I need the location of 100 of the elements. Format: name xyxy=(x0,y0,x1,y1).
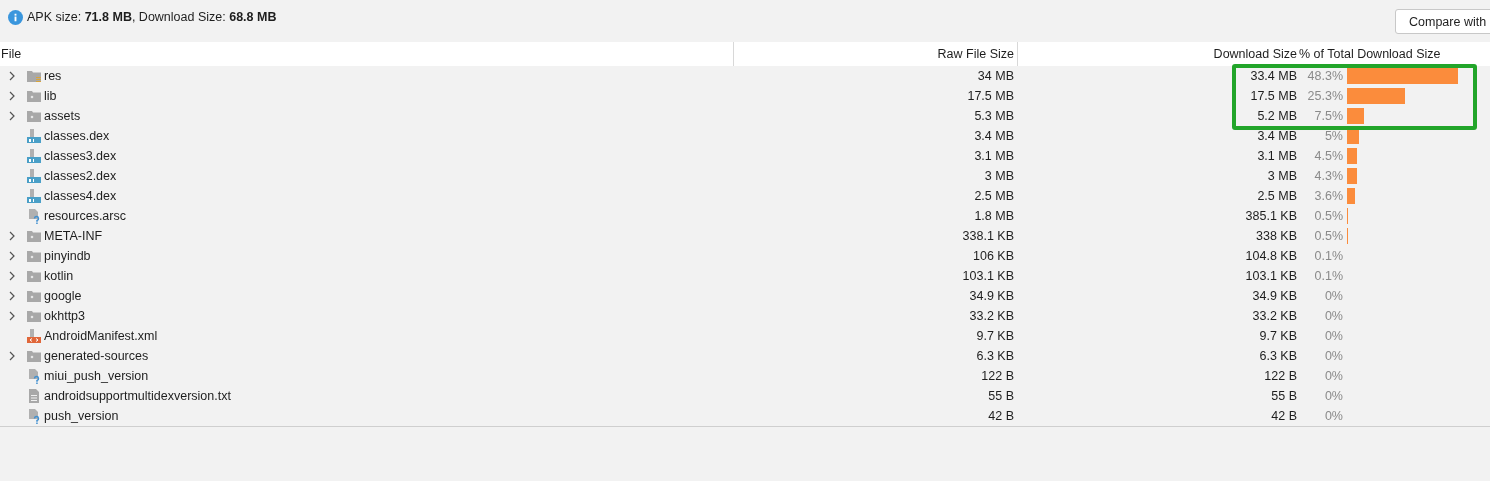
raw-size-cell-text: 3.4 MB xyxy=(973,129,1015,143)
file-name: push_version xyxy=(44,409,119,423)
folder-icon xyxy=(26,348,42,364)
size-bar xyxy=(1347,188,1355,204)
folder-icon xyxy=(26,88,42,104)
size-bar xyxy=(1347,168,1357,184)
file-name: META-INF xyxy=(44,229,103,243)
column-header[interactable]: File xyxy=(0,47,733,61)
folder-icon xyxy=(26,108,42,124)
percent-cell-text: 25.3% xyxy=(1306,89,1343,103)
raw-size-cell-text: 6.3 KB xyxy=(975,349,1015,363)
raw-size-cell-text: 9.7 KB xyxy=(975,329,1015,343)
binary-file-icon xyxy=(26,188,42,204)
percent-cell-text: 0% xyxy=(1323,309,1343,323)
raw-size-cell-text: 55 B xyxy=(987,389,1015,403)
file-name: pinyindb xyxy=(44,249,91,263)
xml-file-icon xyxy=(26,328,42,344)
percent-cell-text: 7.5% xyxy=(1313,109,1343,123)
binary-file-icon xyxy=(26,168,42,184)
column-header[interactable]: Download Size xyxy=(1017,42,1300,66)
column-header[interactable]: % of Total Download Size xyxy=(1299,47,1490,61)
download-size-cell-text: 3.1 MB xyxy=(1256,149,1298,163)
raw-size-cell-text: 34 MB xyxy=(976,69,1015,83)
download-size-cell-text: 33.2 KB xyxy=(1251,309,1298,323)
raw-size-cell-text: 2.5 MB xyxy=(973,189,1015,203)
file-name: resources.arsc xyxy=(44,209,126,223)
download-size-cell-text: 103.1 KB xyxy=(1244,269,1298,283)
download-size-cell-text: 122 B xyxy=(1263,369,1298,383)
raw-size-cell-text: 122 B xyxy=(980,369,1015,383)
raw-size-cell-text: 33.2 KB xyxy=(968,309,1015,323)
file-name: androidsupportmultidexversion.txt xyxy=(44,389,231,403)
download-size-cell-text: 34.9 KB xyxy=(1251,289,1298,303)
download-size-cell-text: 55 B xyxy=(1270,389,1298,403)
raw-size-cell-text: 3.1 MB xyxy=(973,149,1015,163)
compare-button[interactable]: Compare with xyxy=(1395,9,1490,34)
file-name: AndroidManifest.xml xyxy=(44,329,158,343)
binary-file-icon xyxy=(26,128,42,144)
raw-size-cell-text: 34.9 KB xyxy=(968,289,1015,303)
text-file-icon xyxy=(26,388,42,404)
binary-file-icon xyxy=(26,148,42,164)
raw-size-cell-text: 338.1 KB xyxy=(961,229,1015,243)
file-name: classes2.dex xyxy=(44,169,117,183)
download-size-cell-text: 17.5 MB xyxy=(1249,89,1298,103)
column-header[interactable]: Raw File Size xyxy=(733,42,1017,66)
folder-icon xyxy=(26,268,42,284)
download-size-cell-text: 385.1 KB xyxy=(1244,209,1298,223)
download-size-cell-text: 9.7 KB xyxy=(1258,329,1298,343)
file-name: classes.dex xyxy=(44,129,110,143)
file-name: assets xyxy=(44,109,81,123)
download-size-cell-text: 3.4 MB xyxy=(1256,129,1298,143)
raw-size-cell-text: 5.3 MB xyxy=(973,109,1015,123)
percent-cell-text: 0.1% xyxy=(1313,269,1343,283)
unknown-file-icon xyxy=(26,408,42,424)
percent-cell-text: 0% xyxy=(1323,349,1343,363)
folder-icon xyxy=(26,308,42,324)
download-size-cell-text: 3 MB xyxy=(1266,169,1298,183)
percent-cell-text: 0.1% xyxy=(1313,249,1343,263)
file-name: lib xyxy=(44,89,57,103)
download-size-cell-text: 5.2 MB xyxy=(1256,109,1298,123)
raw-size-cell-text: 3 MB xyxy=(983,169,1015,183)
folder-icon xyxy=(26,248,42,264)
percent-cell-text: 0% xyxy=(1323,329,1343,343)
folder-icon xyxy=(26,68,42,84)
percent-cell-text: 3.6% xyxy=(1313,189,1343,203)
percent-cell-text: 0% xyxy=(1323,409,1343,423)
size-bar xyxy=(1347,148,1357,164)
download-size-cell-text: 33.4 MB xyxy=(1249,69,1298,83)
percent-cell-text: 4.3% xyxy=(1313,169,1343,183)
download-size-cell-text: 338 KB xyxy=(1255,229,1298,243)
info-icon xyxy=(8,9,23,25)
file-name: classes3.dex xyxy=(44,149,117,163)
size-bar xyxy=(1347,108,1364,124)
percent-cell-text: 0.5% xyxy=(1313,229,1343,243)
percent-cell-text: 0% xyxy=(1323,389,1343,403)
file-name: miui_push_version xyxy=(44,369,149,383)
percent-cell-text: 4.5% xyxy=(1313,149,1343,163)
unknown-file-icon xyxy=(26,368,42,384)
percent-cell-text: 0% xyxy=(1323,369,1343,383)
apk-size-summary: APK size: 71.8 MB, Download Size: 68.8 MB xyxy=(27,10,277,24)
file-name: kotlin xyxy=(44,269,74,283)
raw-size-cell-text: 103.1 KB xyxy=(961,269,1015,283)
download-size-cell-text: 2.5 MB xyxy=(1256,189,1298,203)
folder-icon xyxy=(26,288,42,304)
percent-cell-text: 0% xyxy=(1323,289,1343,303)
file-name: res xyxy=(44,69,62,83)
file-name: google xyxy=(44,289,82,303)
download-size-cell-text: 6.3 KB xyxy=(1258,349,1298,363)
raw-size-cell-text: 106 KB xyxy=(972,249,1015,263)
unknown-file-icon xyxy=(26,208,42,224)
download-size-cell-text: 104.8 KB xyxy=(1244,249,1298,263)
raw-size-cell-text: 17.5 MB xyxy=(966,89,1015,103)
file-name: classes4.dex xyxy=(44,189,117,203)
raw-size-cell-text: 1.8 MB xyxy=(973,209,1015,223)
download-size-cell-text: 42 B xyxy=(1270,409,1298,423)
raw-size-cell-text: 42 B xyxy=(987,409,1015,423)
file-name: okhttp3 xyxy=(44,309,85,323)
file-name: generated-sources xyxy=(44,349,149,363)
size-bar xyxy=(1347,88,1405,104)
folder-icon xyxy=(26,228,42,244)
percent-cell-text: 48.3% xyxy=(1306,69,1343,83)
